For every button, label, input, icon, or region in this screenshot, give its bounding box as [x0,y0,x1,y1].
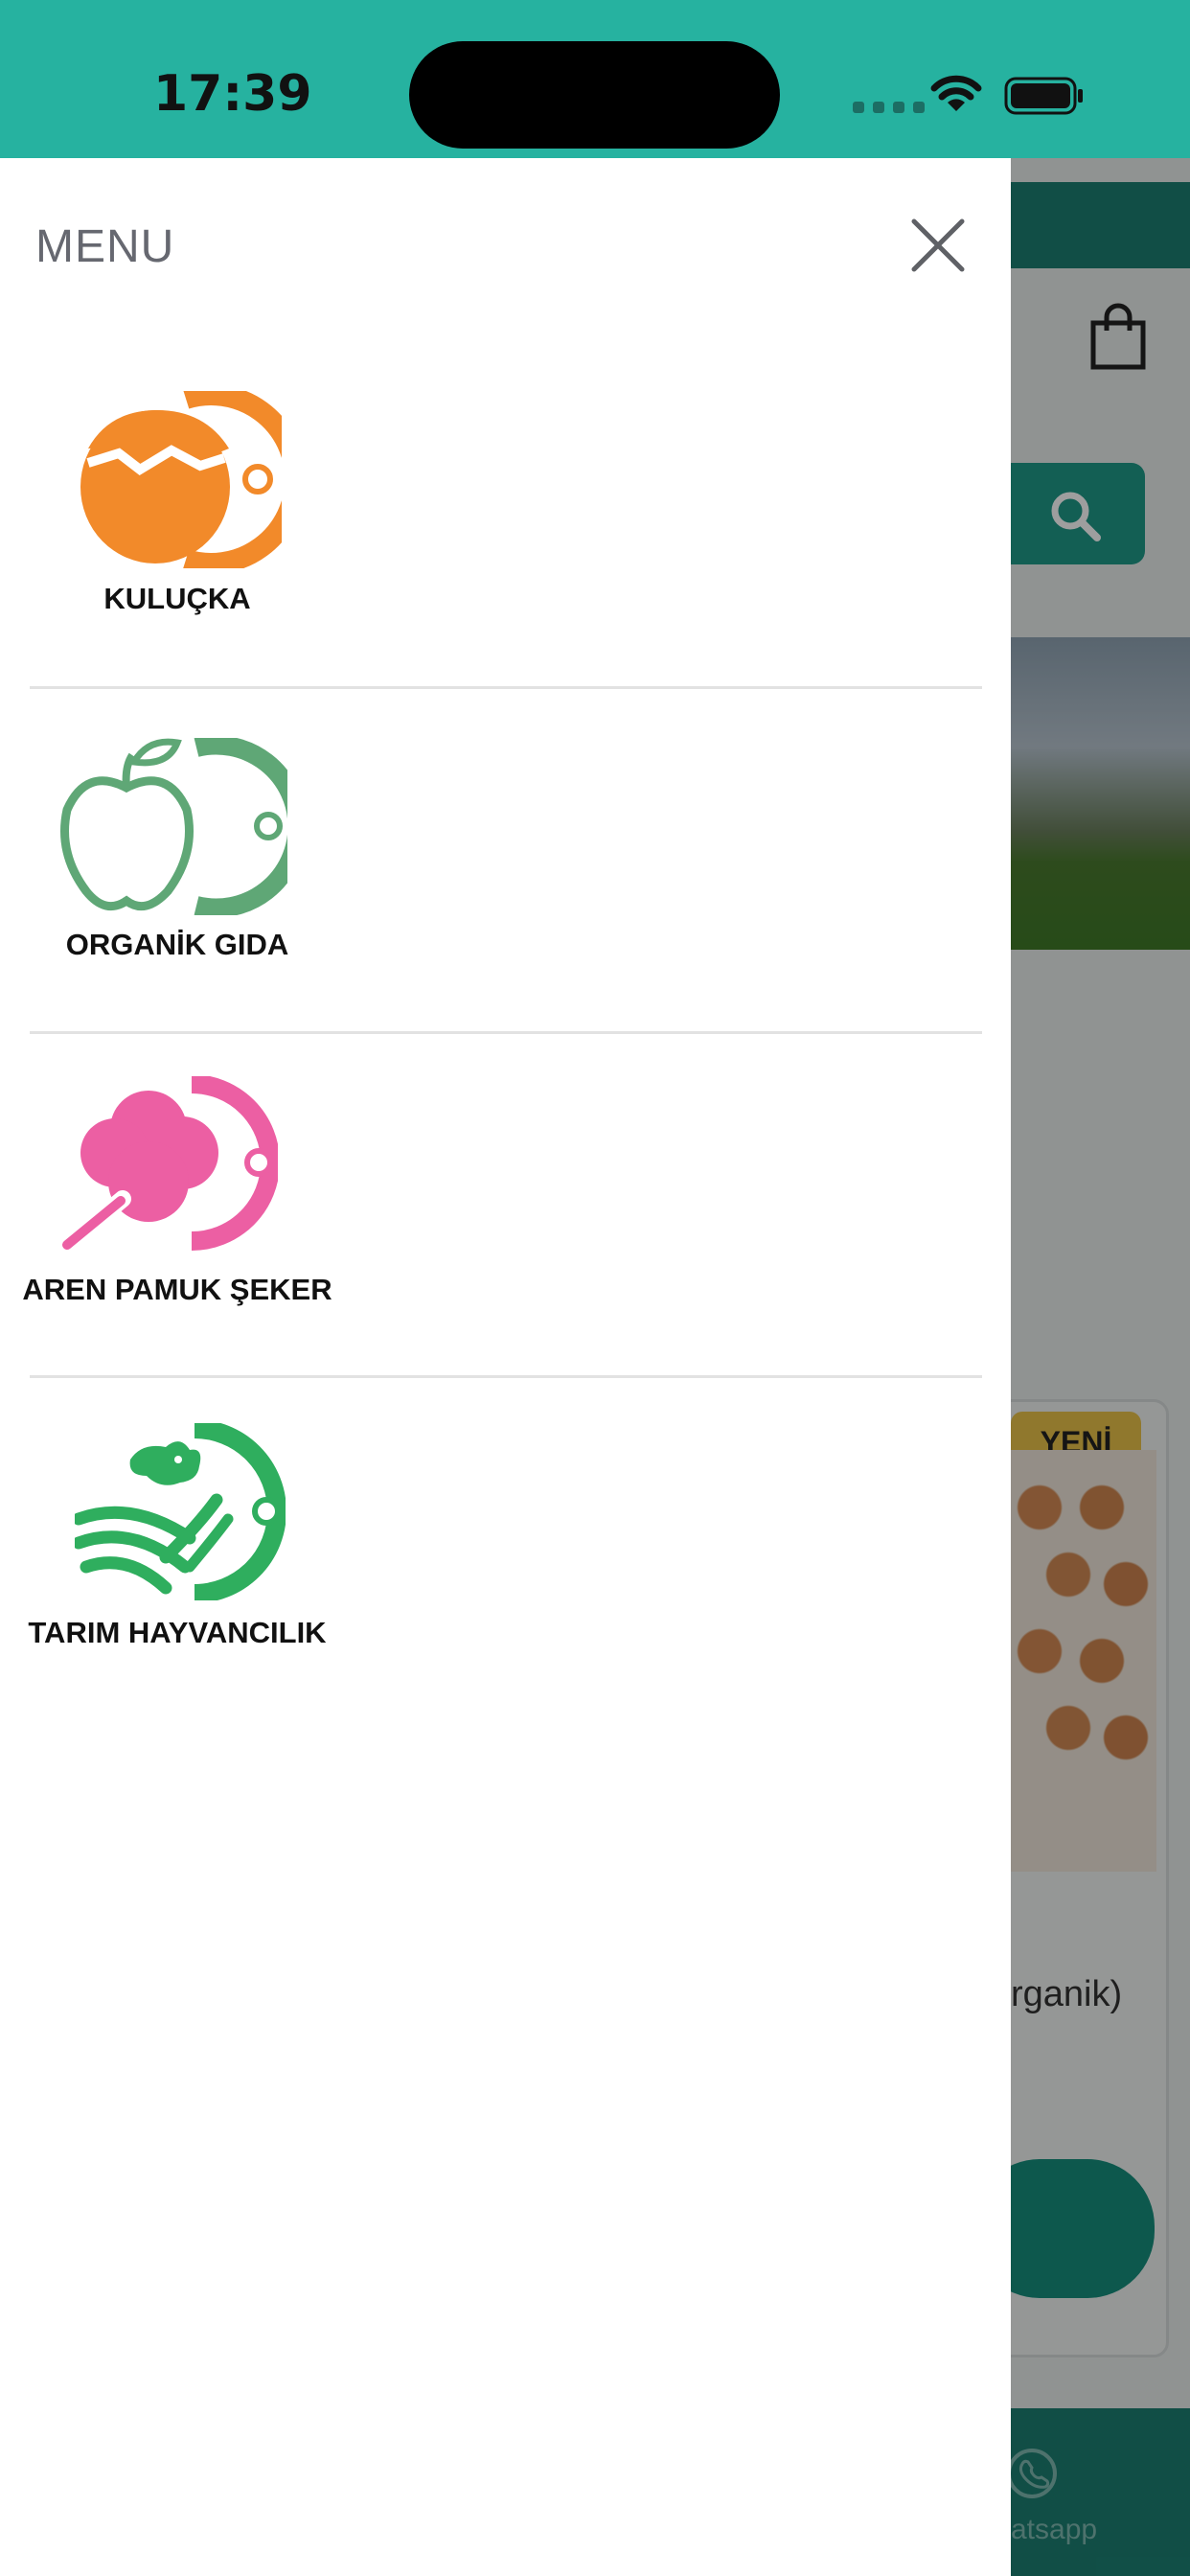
farm-cow-icon [75,1423,286,1600]
cellular-signal-icon [853,102,925,113]
menu-item-organik-gida[interactable]: ORGANİK GIDA [0,700,355,1025]
status-bar: 17:39 [0,0,1190,158]
egg-hatching-icon [80,391,282,568]
dynamic-island [409,41,780,149]
cotton-candy-icon [57,1076,278,1254]
menu-item-label: KULUÇKA [103,582,251,615]
menu-item-tarim-hayvancilik[interactable]: TARIM HAYVANCILIK [0,1390,355,1715]
side-menu-drawer: MENU KULUÇKA ORGANİK GIDA AREN PAMUK ŞEK… [0,158,1011,2576]
menu-item-label: ORGANİK GIDA [65,928,289,961]
wifi-icon [930,75,982,111]
apple-icon [60,738,287,915]
close-icon[interactable] [910,218,966,273]
menu-item-label: TARIM HAYVANCILIK [28,1616,327,1649]
status-time: 17:39 [153,65,312,123]
menu-item-aren-pamuk-seker[interactable]: AREN PAMUK ŞEKER [0,1045,355,1370]
menu-item-label: AREN PAMUK ŞEKER [22,1273,332,1306]
battery-icon [1004,77,1083,115]
divider [30,1031,982,1034]
divider [30,1375,982,1378]
drawer-overlay[interactable] [1011,158,1190,2576]
menu-item-kulucka[interactable]: KULUÇKA [0,350,355,676]
menu-title: MENU [35,221,175,272]
divider [30,686,982,689]
